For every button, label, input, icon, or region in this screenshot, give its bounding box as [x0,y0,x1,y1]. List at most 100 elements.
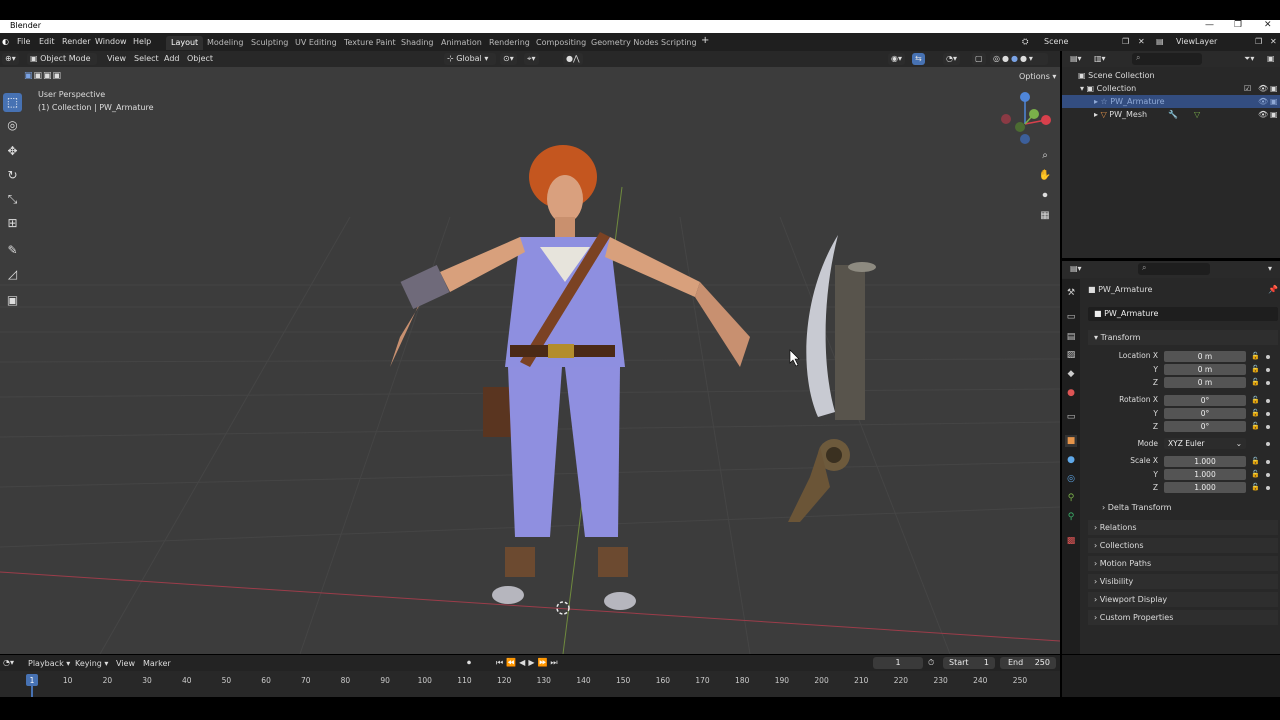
tab-compositing[interactable]: Compositing [531,36,591,50]
maximize-icon[interactable]: ❐ [1234,20,1242,30]
properties-dropdown-icon[interactable]: ▾ [1268,264,1272,273]
outliner-display-icon[interactable]: ▥▾ [1094,54,1106,63]
menu-edit[interactable]: Edit [39,37,55,46]
tab-shading[interactable]: Shading [396,36,439,50]
timeline-menu-view[interactable]: View [116,659,135,668]
texture-tab-icon[interactable]: ▩ [1065,535,1077,547]
render-tab-icon[interactable]: ▭ [1065,311,1077,323]
keyframe-dot-icon[interactable] [1266,486,1270,490]
vp-menu-view[interactable]: View [107,54,126,63]
tab-scripting[interactable]: Scripting [656,36,702,50]
record-icon[interactable]: ⏺ [467,658,471,668]
mesh-camera-icon[interactable]: ▣ [1270,108,1278,121]
minimize-icon[interactable]: — [1205,20,1214,30]
motion-paths-panel-header[interactable]: › Motion Paths [1088,556,1278,571]
menu-file[interactable]: File [17,37,30,46]
filter-icon[interactable]: ⏷▾ [1244,54,1254,64]
collection-checkbox-icon[interactable]: ☑ [1244,82,1251,95]
close-icon[interactable]: ✕ [1264,20,1272,30]
annotate-icon[interactable]: ✎ [3,241,22,260]
armature-eye-icon[interactable]: 👁 [1258,95,1268,108]
scene-tab-icon[interactable]: ◆ [1065,368,1077,380]
armature-camera-icon[interactable]: ▣ [1270,95,1278,108]
world-tab-icon[interactable]: ● [1065,387,1077,399]
location-z-field[interactable]: 0 m [1164,377,1246,388]
snap-icon[interactable]: ⌖▾ [524,53,539,65]
navigation-gizmo[interactable] [998,89,1056,147]
outliner-item-armature[interactable]: ▸ ☆ PW_Armature 👁 ▣ [1062,95,1280,108]
scale-x-field[interactable]: 1.000 [1164,456,1246,467]
lock-icon[interactable]: 🔓 [1251,352,1260,360]
physics-tab-icon[interactable]: ◎ [1065,473,1077,485]
menu-render[interactable]: Render [62,37,90,46]
zoom-icon[interactable]: ⌕ [1036,147,1054,165]
lock-icon[interactable]: 🔓 [1251,365,1260,373]
outliner-item-mesh[interactable]: ▸ ▽ PW_Mesh 🔧 ▽ 👁 ▣ [1062,108,1280,121]
scale-y-field[interactable]: 1.000 [1164,469,1246,480]
timeline-editor-icon[interactable]: ◔▾ [3,658,14,667]
properties-editor-icon[interactable]: ▤▾ [1070,264,1082,273]
rotate-icon[interactable]: ↻ [3,166,22,185]
tab-animation[interactable]: Animation [436,36,487,50]
menu-window[interactable]: Window [95,37,127,46]
end-frame-field[interactable]: End 250 [1000,657,1056,669]
new-scene-icon[interactable]: ❐ [1122,37,1129,46]
camera-view-icon[interactable]: ⏺ [1036,187,1054,205]
tab-texture-paint[interactable]: Texture Paint [339,36,401,50]
editor-type-icon[interactable]: ⊕▾ [2,53,19,65]
cursor-icon[interactable]: ◎ [3,116,22,135]
add-cube-icon[interactable]: ▣ [3,291,22,310]
keyframe-dot-icon[interactable] [1266,425,1270,429]
tab-rendering[interactable]: Rendering [484,36,535,50]
xray-icon[interactable]: ▢ [972,53,986,65]
viewlayer-name[interactable]: ViewLayer [1176,37,1217,46]
tab-modeling[interactable]: Modeling [202,36,248,50]
data-tab-icon[interactable]: ⚲ [1065,511,1077,523]
timeline-menu-marker[interactable]: Marker [143,659,171,668]
add-workspace-icon[interactable]: + [701,35,709,46]
keyframe-dot-icon[interactable] [1266,442,1270,446]
rotation-y-field[interactable]: 0° [1164,408,1246,419]
mode-select[interactable]: ▣ Object Mode ▾ [27,53,97,75]
timeline-menu-keying[interactable]: Keying ▾ [75,659,108,668]
outliner-search-icon[interactable]: ⌕ [1132,53,1202,65]
keyframe-dot-icon[interactable] [1266,399,1270,403]
custom-properties-panel-header[interactable]: › Custom Properties [1088,610,1278,625]
shading-modes[interactable]: ◎●●●▾ [990,53,1048,65]
lock-icon[interactable]: 🔓 [1251,483,1260,491]
tool-tab-icon[interactable]: ⚒ [1065,287,1077,299]
transform-icon[interactable]: ⊞ [3,214,22,233]
overlay-icon[interactable]: ◔▾ [943,53,960,65]
playback-controls[interactable]: ⏮⏪◀▶⏩⏭ [496,658,561,668]
scale-icon[interactable]: ⤡ [3,190,22,209]
pin-icon[interactable]: 📌 [1268,285,1278,294]
relations-panel-header[interactable]: › Relations [1088,520,1278,535]
scene-name[interactable]: Scene [1044,37,1068,46]
collections-panel-header[interactable]: › Collections [1088,538,1278,553]
measure-icon[interactable]: ◿ [3,265,22,284]
3d-viewport[interactable]: User Perspective (1) Collection | PW_Arm… [0,67,1060,654]
collection-eye-icon[interactable]: 👁 [1258,82,1268,95]
modifier-tab-icon[interactable]: ● [1065,454,1077,466]
delta-transform-header[interactable]: › Delta Transform [1102,503,1171,512]
keyframe-dot-icon[interactable] [1266,412,1270,416]
tab-geometry-nodes[interactable]: Geometry Nodes [586,36,663,50]
outliner-collection[interactable]: ▾ ▣ Collection ☑ 👁 ▣ [1062,82,1280,95]
mesh-eye-icon[interactable]: 👁 [1258,108,1268,121]
delete-viewlayer-icon[interactable]: ✕ [1270,37,1277,46]
rotation-x-field[interactable]: 0° [1164,395,1246,406]
visibility-icon[interactable]: ◉▾ [888,53,905,65]
delete-scene-icon[interactable]: ✕ [1138,37,1145,46]
blender-logo-icon[interactable]: ◐ [2,37,9,46]
clock-icon[interactable]: ⏱ [928,658,934,668]
view-layer-tab-icon[interactable]: ▨ [1065,349,1077,361]
lock-icon[interactable]: 🔓 [1251,470,1260,478]
new-viewlayer-icon[interactable]: ❐ [1255,37,1262,46]
output-tab-icon[interactable]: ▤ [1065,331,1077,343]
options-button[interactable]: Options ▾ [1016,72,1059,81]
collection-tab-icon[interactable]: ▭ [1065,411,1077,423]
timeline-menu-playback[interactable]: Playback ▾ [28,659,70,668]
gizmo-icon[interactable]: ⇆ [912,53,925,65]
outliner-scene-collection[interactable]: ▣ Scene Collection [1062,69,1280,82]
current-frame-field[interactable]: 1 [873,657,923,669]
